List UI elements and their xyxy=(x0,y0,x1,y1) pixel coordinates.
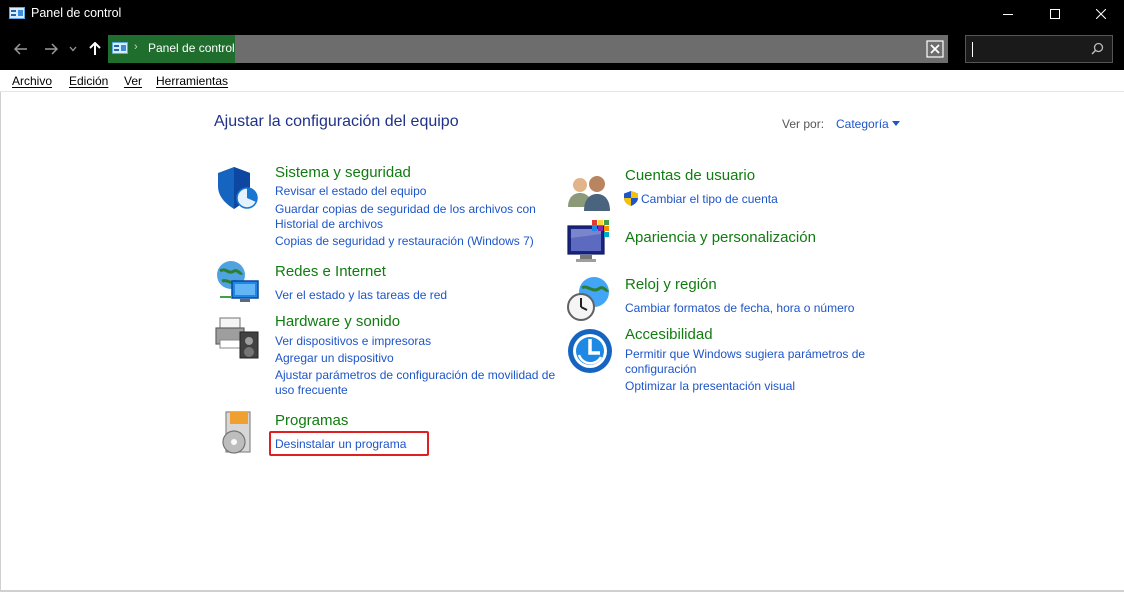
content-area xyxy=(0,92,1124,592)
link-permitir-sugerencias[interactable]: Permitir que Windows sugiera parámetros … xyxy=(625,347,865,362)
menu-herramientas[interactable]: Herramientas xyxy=(156,74,228,88)
programs-disc-icon[interactable] xyxy=(216,408,264,456)
link-uso-frecuente[interactable]: uso frecuente xyxy=(275,383,348,398)
window-title: Panel de control xyxy=(31,6,122,20)
link-estado-red[interactable]: Ver el estado y las tareas de red xyxy=(275,288,447,303)
link-historial-archivos[interactable]: Historial de archivos xyxy=(275,217,383,232)
back-button[interactable] xyxy=(11,38,31,60)
link-configuracion[interactable]: configuración xyxy=(625,362,696,377)
category-title-hardware[interactable]: Hardware y sonido xyxy=(275,313,400,330)
up-button[interactable] xyxy=(85,38,105,60)
menu-archivo[interactable]: Archivo xyxy=(12,74,52,88)
text-caret xyxy=(972,42,973,57)
recent-locations-button[interactable] xyxy=(66,38,80,60)
clock-globe-icon[interactable] xyxy=(566,274,614,322)
arrow-right-icon xyxy=(45,43,58,55)
printer-speaker-icon[interactable] xyxy=(214,312,262,360)
view-by-dropdown[interactable]: Categoría xyxy=(836,117,889,131)
category-title-accesibilidad[interactable]: Accesibilidad xyxy=(625,326,713,343)
chevron-down-icon xyxy=(69,46,77,52)
category-title-cuentas[interactable]: Cuentas de usuario xyxy=(625,167,755,184)
forward-button[interactable] xyxy=(41,38,61,60)
category-title-reloj[interactable]: Reloj y región xyxy=(625,276,717,293)
shield-icon[interactable] xyxy=(214,164,262,212)
arrow-left-icon xyxy=(14,43,27,55)
page-title: Ajustar la configuración del equipo xyxy=(214,113,459,130)
chevron-right-icon: › xyxy=(134,41,138,53)
clear-address-icon[interactable] xyxy=(926,40,944,58)
menu-ver[interactable]: Ver xyxy=(124,74,142,88)
window-border-left xyxy=(0,92,1,592)
address-bar[interactable]: › Panel de control xyxy=(108,35,948,63)
category-title-sistema[interactable]: Sistema y seguridad xyxy=(275,164,411,181)
minimize-icon xyxy=(1003,14,1013,15)
search-icon[interactable] xyxy=(1091,42,1104,55)
maximize-icon xyxy=(1050,9,1060,19)
category-title-redes[interactable]: Redes e Internet xyxy=(275,263,386,280)
link-cambiar-tipo-cuenta[interactable]: Cambiar el tipo de cuenta xyxy=(641,192,778,207)
control-panel-icon xyxy=(112,42,128,54)
network-globe-icon[interactable] xyxy=(214,259,262,307)
maximize-button[interactable] xyxy=(1032,0,1078,28)
link-ver-dispositivos[interactable]: Ver dispositivos e impresoras xyxy=(275,334,431,349)
close-icon xyxy=(1096,9,1106,19)
arrow-up-icon xyxy=(89,42,101,55)
users-icon[interactable] xyxy=(566,169,614,217)
close-button[interactable] xyxy=(1078,0,1124,28)
link-cambiar-formatos[interactable]: Cambiar formatos de fecha, hora o número xyxy=(625,301,854,316)
menu-bar: Archivo Edición Ver Herramientas xyxy=(0,70,1124,92)
breadcrumb[interactable]: › Panel de control xyxy=(108,35,235,63)
control-panel-icon xyxy=(9,7,25,19)
uac-shield-icon xyxy=(624,191,638,206)
breadcrumb-label[interactable]: Panel de control xyxy=(148,41,235,55)
search-input[interactable] xyxy=(965,35,1113,63)
link-copias-restauracion[interactable]: Copias de seguridad y restauración (Wind… xyxy=(275,234,534,249)
link-ajustar-movilidad[interactable]: Ajustar parámetros de configuración de m… xyxy=(275,368,555,383)
accessibility-icon[interactable] xyxy=(566,327,614,375)
link-guardar-copias[interactable]: Guardar copias de seguridad de los archi… xyxy=(275,202,536,217)
monitor-palette-icon[interactable] xyxy=(566,218,614,266)
view-by-label: Ver por: xyxy=(782,117,825,131)
dropdown-arrow-icon[interactable] xyxy=(892,121,900,126)
category-title-programas[interactable]: Programas xyxy=(275,412,348,429)
link-optimizar-presentacion[interactable]: Optimizar la presentación visual xyxy=(625,379,795,394)
title-bar: Panel de control xyxy=(0,0,1124,28)
minimize-button[interactable] xyxy=(985,0,1031,28)
link-revisar-estado[interactable]: Revisar el estado del equipo xyxy=(275,184,426,199)
highlight-box xyxy=(269,431,429,456)
link-agregar-dispositivo[interactable]: Agregar un dispositivo xyxy=(275,351,394,366)
menu-edicion[interactable]: Edición xyxy=(69,74,108,88)
category-title-apariencia[interactable]: Apariencia y personalización xyxy=(625,229,816,246)
